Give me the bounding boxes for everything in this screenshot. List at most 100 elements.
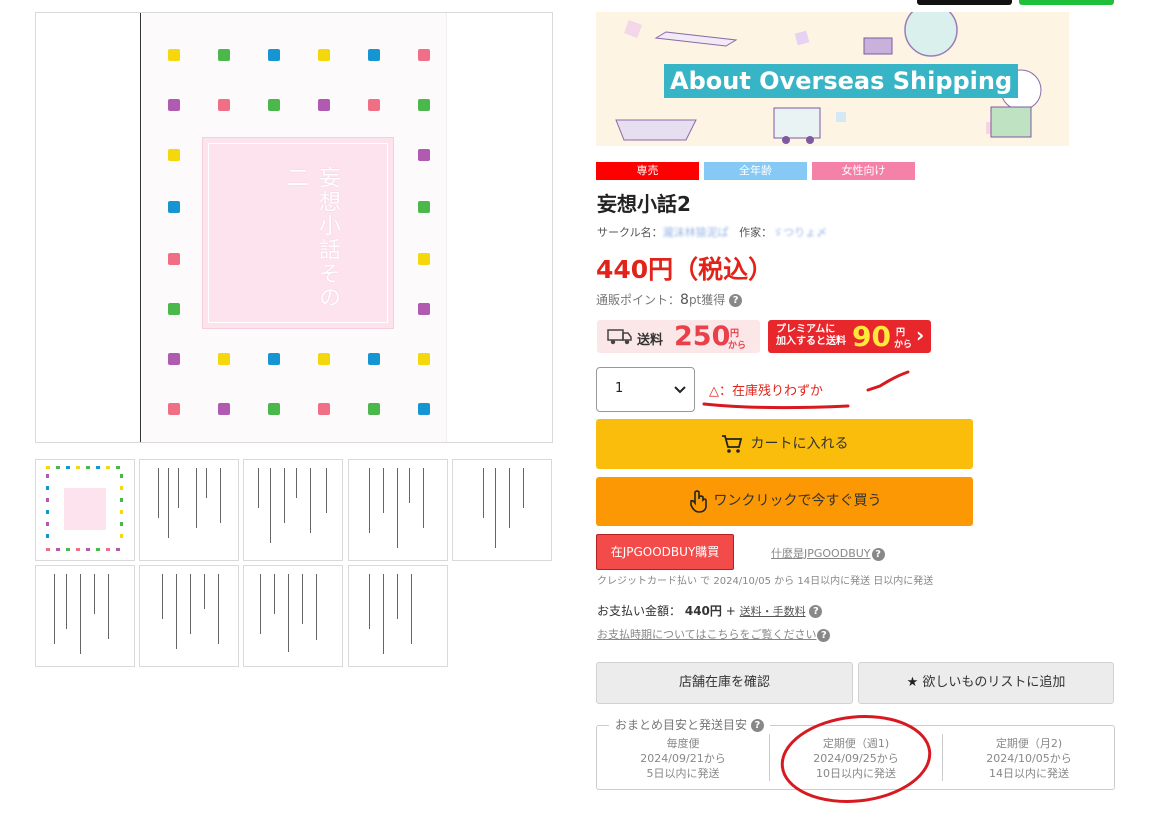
decor-square bbox=[168, 303, 180, 315]
shipping-label: 送料 bbox=[637, 333, 664, 348]
jpgoodbuy-button[interactable]: 在JPGOODBUY購買 bbox=[596, 534, 734, 570]
help-icon[interactable]: ? bbox=[809, 605, 823, 618]
thumbnail-4[interactable] bbox=[348, 459, 448, 561]
decor-square bbox=[268, 353, 280, 365]
thumbnail-7[interactable] bbox=[139, 565, 239, 667]
premium-amount: 90 bbox=[852, 320, 891, 353]
premium-shipping-button[interactable]: プレミアムに 加入すると送料 90 円 から › bbox=[768, 320, 931, 353]
wishlist-label: 欲しいものリストに追加 bbox=[922, 675, 1066, 690]
decor-square bbox=[168, 49, 180, 61]
decor-square bbox=[418, 303, 430, 315]
decor-square bbox=[368, 49, 380, 61]
stock-text: ：在庫残りわずか bbox=[719, 384, 824, 399]
decor-square bbox=[418, 201, 430, 213]
schedule-date: 2024/10/05から bbox=[986, 752, 1072, 765]
decor-square bbox=[168, 201, 180, 213]
decor-square bbox=[418, 99, 430, 111]
schedule-column: 毎度便 2024/09/21から 5日以内に発送 bbox=[597, 736, 769, 781]
shipping-unit-bottom: から bbox=[728, 341, 747, 351]
points-label: 通販ポイント： bbox=[596, 293, 681, 307]
check-store-stock-button[interactable]: 店舗在庫を確認 bbox=[596, 662, 853, 704]
thumbnail-1[interactable] bbox=[35, 459, 135, 561]
author-label: 作家： bbox=[739, 226, 773, 239]
schedule-name: 毎度便 bbox=[666, 737, 700, 750]
stock-status: △：在庫残りわずか bbox=[709, 380, 823, 399]
premium-line1: プレミアムに bbox=[776, 324, 836, 335]
payment-label: お支払い金額： bbox=[597, 604, 682, 618]
author-link[interactable]: ゞつりょ〆 bbox=[772, 226, 827, 239]
decor-square bbox=[418, 149, 430, 161]
product-main-image[interactable]: 妄想小話その二 bbox=[35, 12, 553, 443]
thumbnail-3[interactable] bbox=[243, 459, 343, 561]
decor-square bbox=[168, 403, 180, 415]
circle-label: サークル名： bbox=[597, 226, 663, 239]
quantity-select[interactable]: 1 bbox=[596, 367, 695, 412]
top-dark-button[interactable] bbox=[917, 0, 1012, 5]
payment-amount: 440円 bbox=[684, 604, 722, 618]
decor-square bbox=[418, 49, 430, 61]
decor-square bbox=[318, 353, 330, 365]
thumbnail-9[interactable] bbox=[348, 565, 448, 667]
stock-symbol: △ bbox=[709, 384, 719, 399]
decor-square bbox=[268, 99, 280, 111]
shipping-schedule-box: おまとめ目安と発送目安 ? 毎度便 2024/09/21から 5日以内に発送 定… bbox=[596, 716, 1115, 790]
product-price: 440円（税込） bbox=[596, 255, 774, 284]
truck-icon bbox=[607, 329, 632, 345]
thumbnail-2[interactable] bbox=[139, 459, 239, 561]
decor-square bbox=[168, 253, 180, 265]
payment-timing-text: お支払時期についてはこちらをご覧ください bbox=[597, 628, 817, 641]
banner-text: About Overseas Shipping bbox=[664, 64, 1019, 98]
decor-square bbox=[318, 49, 330, 61]
decor-square bbox=[218, 99, 230, 111]
thumbnail-8[interactable] bbox=[243, 565, 343, 667]
what-is-jpgoodbuy-link[interactable]: 什麼是JPGOODBUY? bbox=[771, 545, 885, 561]
decor-square bbox=[368, 99, 380, 111]
schedule-days: 14日以内に発送 bbox=[989, 767, 1069, 780]
schedule-date: 2024/09/21から bbox=[640, 752, 726, 765]
shipping-fee-badge: 送料 250 円 から bbox=[597, 320, 760, 353]
premium-unit-bottom: から bbox=[894, 340, 913, 350]
credit-card-note: クレジットカード払い で 2024/10/05 から 14日以内に発送 日以内に… bbox=[597, 576, 934, 587]
add-to-cart-button[interactable]: カートに入れる bbox=[596, 419, 973, 469]
oneclick-label: ワンクリックで今すぐ買う bbox=[713, 493, 882, 509]
fee-link[interactable]: 送料・手数料 bbox=[740, 605, 806, 618]
cover-edge bbox=[446, 13, 447, 442]
underline-mark bbox=[702, 402, 850, 410]
help-icon[interactable]: ? bbox=[729, 294, 743, 307]
top-green-button[interactable] bbox=[1019, 0, 1114, 5]
schedule-legend: おまとめ目安と発送目安 ? bbox=[609, 716, 770, 733]
chevron-right-icon: › bbox=[916, 323, 925, 347]
thumbnail-6[interactable] bbox=[35, 565, 135, 667]
cover-title: 妄想小話その二 bbox=[283, 166, 340, 310]
help-icon[interactable]: ? bbox=[750, 719, 764, 732]
decor-square bbox=[218, 353, 230, 365]
premium-line2: 加入すると送料 bbox=[776, 336, 846, 347]
schedule-days: 10日以内に発送 bbox=[816, 767, 896, 780]
book-cover: 妄想小話その二 bbox=[142, 13, 446, 442]
payment-amount-line: お支払い金額： 440円 + 送料・手数料 ? bbox=[597, 602, 823, 619]
decor-square bbox=[268, 403, 280, 415]
chevron-down-icon bbox=[674, 386, 686, 394]
points-info: 通販ポイント：8pt獲得 ? bbox=[596, 291, 743, 308]
decor-square bbox=[418, 253, 430, 265]
circle-link[interactable]: 瀧沫林猿泥ぱ bbox=[663, 226, 729, 239]
decor-square bbox=[168, 149, 180, 161]
points-value: 8 bbox=[680, 292, 689, 308]
decor-square bbox=[418, 403, 430, 415]
help-icon: ? bbox=[817, 628, 831, 642]
decor-square bbox=[168, 99, 180, 111]
overseas-shipping-banner[interactable]: About Overseas Shipping bbox=[596, 12, 1069, 146]
decor-square bbox=[318, 403, 330, 415]
thumbnail-5[interactable] bbox=[452, 459, 552, 561]
cover-title-frame: 妄想小話その二 bbox=[202, 137, 394, 329]
payment-timing-link[interactable]: お支払時期についてはこちらをご覧ください? bbox=[597, 626, 831, 642]
one-click-buy-button[interactable]: ワンクリックで今すぐ買う bbox=[596, 477, 973, 526]
schedule-name: 定期便（週1) bbox=[822, 737, 890, 750]
cart-icon bbox=[721, 435, 742, 453]
tag-all-ages: 全年齢 bbox=[704, 162, 807, 180]
schedule-date: 2024/09/25から bbox=[813, 752, 899, 765]
add-to-wishlist-button[interactable]: ★ 欲しいものリストに追加 bbox=[858, 662, 1114, 704]
product-title: 妄想小話2 bbox=[597, 192, 691, 216]
payment-plus: + bbox=[725, 604, 736, 618]
star-icon: ★ bbox=[906, 675, 919, 690]
